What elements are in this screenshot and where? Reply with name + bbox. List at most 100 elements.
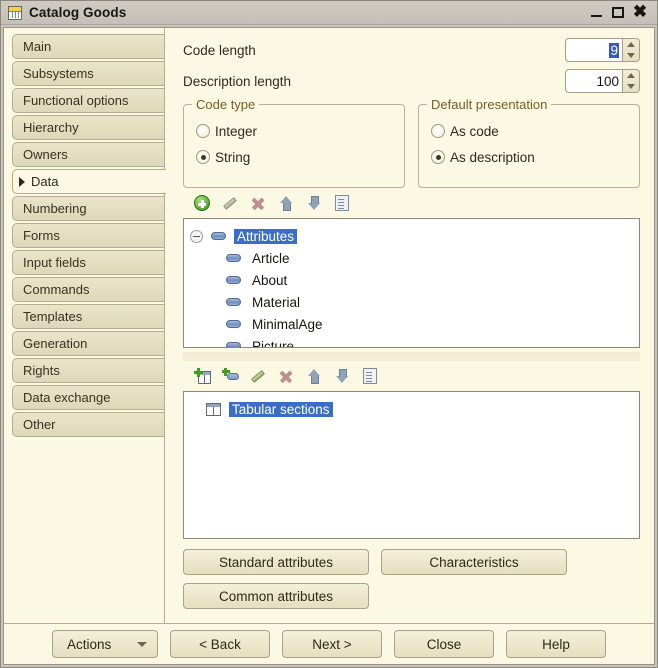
list-icon xyxy=(335,195,349,211)
default-presentation-group: Default presentation As code As descript… xyxy=(418,97,640,188)
triangle-right-icon xyxy=(19,176,25,187)
radio-as-description[interactable]: As description xyxy=(431,144,631,170)
sidebar-item-label: Generation xyxy=(23,336,88,351)
move-up-button[interactable] xyxy=(276,193,296,213)
sidebar-item-label: Commands xyxy=(23,282,90,297)
main-panel: Code length 9 Description length 100 Cod… xyxy=(164,28,654,623)
spin-up-icon[interactable] xyxy=(627,73,635,78)
tree-row[interactable]: Attributes xyxy=(184,225,639,247)
add-table-button[interactable] xyxy=(192,366,212,386)
description-length-label: Description length xyxy=(183,73,292,89)
radio-integer[interactable]: Integer xyxy=(196,118,396,144)
maximize-button[interactable] xyxy=(607,3,629,23)
tree-row[interactable]: Tabular sections xyxy=(184,398,639,420)
sidebar-item-data-exchange[interactable]: Data exchange xyxy=(12,385,164,410)
radio-integer-icon[interactable] xyxy=(196,124,210,138)
move-down-icon xyxy=(306,195,322,211)
groups-row: Code type Integer String Default present… xyxy=(183,97,640,188)
actions-button[interactable]: Actions xyxy=(52,630,158,658)
tree-node-label: Article xyxy=(252,250,290,266)
window-title: Catalog Goods xyxy=(29,5,127,20)
list-button[interactable] xyxy=(360,366,380,386)
attributes-list[interactable]: Attributes Article About Material Minima… xyxy=(183,218,640,348)
sidebar-item-subsystems[interactable]: Subsystems xyxy=(12,61,164,86)
sidebar-item-templates[interactable]: Templates xyxy=(12,304,164,329)
radio-as-code[interactable]: As code xyxy=(431,118,631,144)
radio-integer-label: Integer xyxy=(215,123,258,139)
add-attribute-button[interactable] xyxy=(220,366,240,386)
chevron-down-icon xyxy=(137,641,147,647)
collapse-icon[interactable] xyxy=(190,229,203,243)
sidebar-item-main[interactable]: Main xyxy=(12,34,164,59)
sidebar-item-functional-options[interactable]: Functional options xyxy=(12,88,164,113)
tabular-sections-list[interactable]: Tabular sections xyxy=(183,391,640,539)
tree-row[interactable]: MinimalAge xyxy=(184,313,639,335)
move-down-button[interactable] xyxy=(304,193,324,213)
tree-row[interactable]: Material xyxy=(184,291,639,313)
tree-row[interactable]: Picture xyxy=(184,335,639,348)
sidebar-item-label: Rights xyxy=(23,363,60,378)
minimize-button[interactable] xyxy=(585,3,607,23)
attribute-icon xyxy=(226,320,241,328)
radio-string-icon[interactable] xyxy=(196,150,210,164)
default-presentation-title: Default presentation xyxy=(427,97,552,112)
delete-icon xyxy=(278,368,294,384)
close-button[interactable]: ✖ xyxy=(629,3,651,23)
spin-down-icon[interactable] xyxy=(627,84,635,89)
code-length-input[interactable]: 9 xyxy=(565,38,623,62)
description-length-spin-buttons[interactable] xyxy=(623,69,640,93)
list-icon xyxy=(363,368,377,384)
sidebar-item-generation[interactable]: Generation xyxy=(12,331,164,356)
sidebar-item-hierarchy[interactable]: Hierarchy xyxy=(12,115,164,140)
standard-attributes-button[interactable]: Standard attributes xyxy=(183,549,369,575)
sidebar-item-rights[interactable]: Rights xyxy=(12,358,164,383)
attributes-toolbar xyxy=(183,188,640,218)
close-icon: ✖ xyxy=(632,2,648,21)
sidebar-item-other[interactable]: Other xyxy=(12,412,164,437)
button-row: Common attributes xyxy=(183,583,640,609)
move-up-icon xyxy=(306,368,322,384)
common-attributes-button[interactable]: Common attributes xyxy=(183,583,369,609)
sidebar-item-data[interactable]: Data xyxy=(12,169,166,194)
tree-row[interactable]: About xyxy=(184,269,639,291)
move-up-button[interactable] xyxy=(304,366,324,386)
code-type-group: Code type Integer String xyxy=(183,97,405,188)
code-length-stepper[interactable]: 9 xyxy=(565,38,640,62)
close-dialog-button[interactable]: Close xyxy=(394,630,494,658)
sidebar-item-numbering[interactable]: Numbering xyxy=(12,196,164,221)
attribute-icon xyxy=(226,342,241,347)
tree-row[interactable]: Article xyxy=(184,247,639,269)
window-body: Main Subsystems Functional options Hiera… xyxy=(3,27,655,665)
code-length-spin-buttons[interactable] xyxy=(623,38,640,62)
catalog-goods-window: Catalog Goods ✖ Main Subsystems Function… xyxy=(0,0,658,668)
tree-node-label: About xyxy=(252,272,288,288)
splitter[interactable] xyxy=(183,352,640,361)
code-length-label: Code length xyxy=(183,42,256,58)
sidebar-item-forms[interactable]: Forms xyxy=(12,223,164,248)
delete-button[interactable] xyxy=(248,193,268,213)
characteristics-button[interactable]: Characteristics xyxy=(381,549,567,575)
move-down-button[interactable] xyxy=(332,366,352,386)
radio-string[interactable]: String xyxy=(196,144,396,170)
tree-node-label: Picture xyxy=(252,338,295,348)
spin-down-icon[interactable] xyxy=(627,53,635,58)
help-button[interactable]: Help xyxy=(506,630,606,658)
add-button[interactable] xyxy=(192,193,212,213)
edit-button[interactable] xyxy=(248,366,268,386)
description-length-input[interactable]: 100 xyxy=(565,69,623,93)
radio-as-code-icon[interactable] xyxy=(431,124,445,138)
description-length-stepper[interactable]: 100 xyxy=(565,69,640,93)
window-titlebar[interactable]: Catalog Goods ✖ xyxy=(1,1,657,25)
radio-as-description-icon[interactable] xyxy=(431,150,445,164)
list-button[interactable] xyxy=(332,193,352,213)
sidebar-item-commands[interactable]: Commands xyxy=(12,277,164,302)
table-section-icon xyxy=(206,402,221,416)
delete-button[interactable] xyxy=(276,366,296,386)
code-length-row: Code length 9 xyxy=(183,36,640,64)
back-button[interactable]: < Back xyxy=(170,630,270,658)
spin-up-icon[interactable] xyxy=(627,42,635,47)
edit-button[interactable] xyxy=(220,193,240,213)
sidebar-item-input-fields[interactable]: Input fields xyxy=(12,250,164,275)
next-button[interactable]: Next > xyxy=(282,630,382,658)
sidebar-item-owners[interactable]: Owners xyxy=(12,142,164,167)
